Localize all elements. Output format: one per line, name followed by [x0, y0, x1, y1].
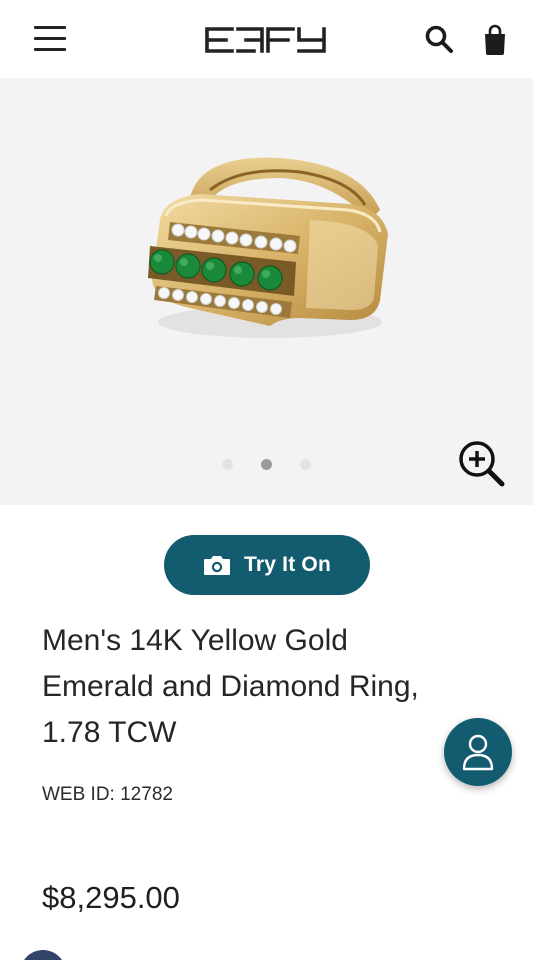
camera-icon [204, 556, 230, 575]
search-icon[interactable] [424, 24, 454, 54]
gallery-dot-2[interactable] [261, 459, 272, 470]
try-it-on-button[interactable]: Try It On [164, 535, 370, 595]
product-image-gallery[interactable] [0, 78, 533, 505]
zoom-in-icon[interactable] [456, 438, 506, 488]
gallery-dot-3[interactable] [300, 459, 311, 470]
partially-visible-chat-button[interactable] [20, 950, 66, 960]
gallery-pagination [222, 459, 314, 471]
try-it-on-label: Try It On [244, 553, 331, 576]
web-id: WEB ID: 12782 [42, 784, 173, 805]
hamburger-menu-icon[interactable] [34, 26, 66, 52]
product-title: Men's 14K Yellow Gold Emerald and Diamon… [42, 624, 419, 749]
product-price: $8,295.00 [42, 880, 180, 915]
account-user-icon [462, 734, 494, 771]
site-header [0, 0, 533, 78]
shopping-bag-icon[interactable] [482, 24, 508, 56]
product-ring-image [148, 157, 388, 338]
effy-logo[interactable] [204, 27, 328, 53]
account-fab-button[interactable] [444, 718, 512, 786]
gallery-dot-1[interactable] [222, 459, 233, 470]
